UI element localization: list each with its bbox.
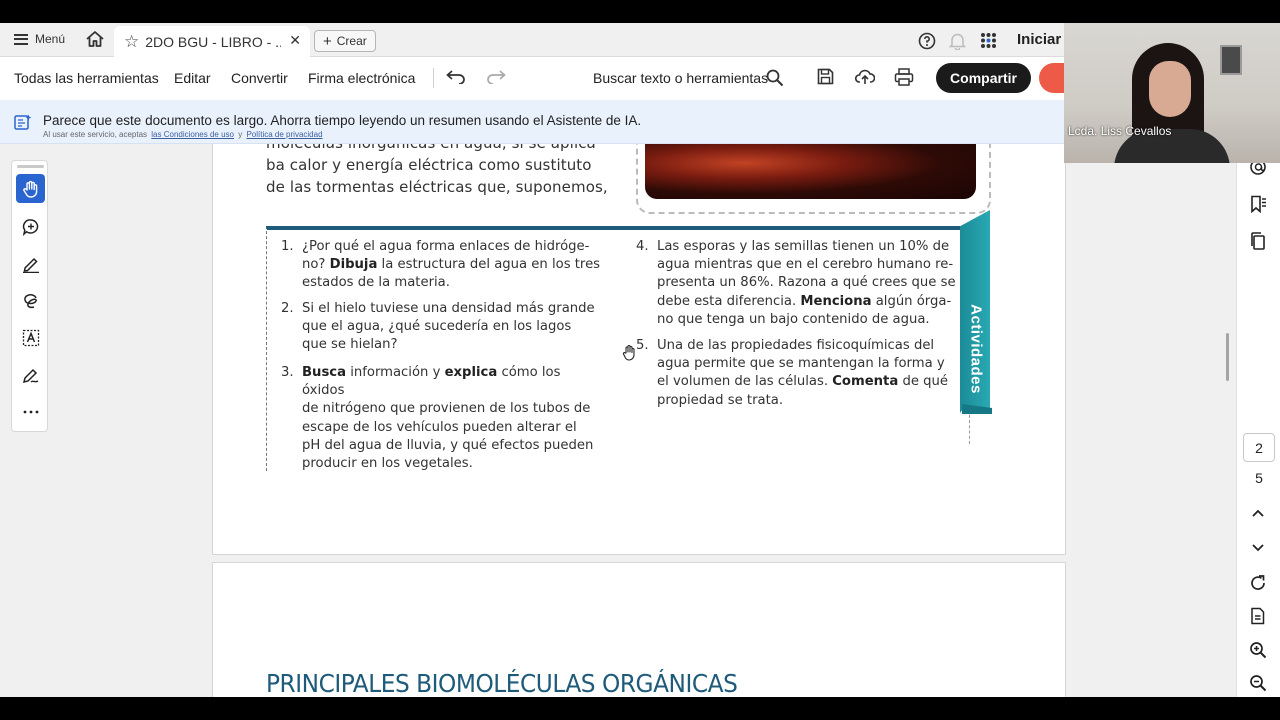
undo-icon[interactable] [446,70,466,89]
question-text: Si el hielo tuviese una densidad más gra… [302,301,595,353]
draw-button[interactable] [16,286,45,315]
document-page: PRINCIPALES BIOMOLÉCULAS ORGÁNICAS [212,562,1066,697]
sign-pen-icon [22,368,38,383]
privacy-link[interactable]: Política de privacidad [246,130,322,139]
ai-assistant-icon [14,114,32,135]
comment-icon [22,218,38,236]
pages-icon[interactable] [1249,232,1267,255]
question-number: 2. [281,301,294,316]
webcam-overlay: Lcda. Liss Cevallos [1064,23,1280,163]
menu-button[interactable]: Menú [14,32,65,46]
intro-line: moléculas inorgánicas en agua, si se apl… [266,144,626,152]
create-label: Crear [336,34,367,48]
help-icon[interactable] [918,32,936,55]
pdf-viewer-app: Menú ☆ 2DO BGU - LIBRO - ... ✕ + Crear I… [0,23,1280,697]
create-button[interactable]: + Crear [314,30,376,52]
bookmark-icon[interactable] [1249,195,1267,218]
wall-picture [1220,45,1242,75]
question-text: Una de las propiedades fisicoquímicas de… [657,338,948,408]
quick-tools-rail [11,160,48,432]
more-tools-button[interactable] [16,397,45,426]
question-item: 4. Las esporas y las semillas tienen un … [636,238,957,329]
plus-icon: + [323,32,332,50]
add-comment-button[interactable] [16,212,45,241]
hand-cursor-icon [622,344,638,367]
save-icon[interactable] [817,68,834,90]
legal-and: y [238,130,243,139]
document-page: moléculas inorgánicas en agua, si se apl… [212,144,1066,555]
page-total: 5 [1255,470,1263,486]
hand-tool-button[interactable] [16,174,45,203]
presenter-name: Lcda. Liss Cevallos [1068,124,1172,138]
pen-icon [22,257,39,273]
question-number: 1. [281,239,294,254]
search-icon[interactable] [766,69,784,92]
question-text: Las esporas y las semillas tienen un 10%… [657,239,956,327]
page-settings-icon[interactable] [1249,607,1267,630]
zoom-out-icon[interactable] [1249,674,1267,697]
hamburger-icon [14,33,28,45]
redo-icon[interactable] [486,70,506,89]
vertical-scrollbar[interactable] [1226,333,1229,381]
bell-icon[interactable] [948,32,967,55]
right-tools-rail: 2 5 [1236,144,1280,697]
toolbar-divider [433,68,434,88]
tab-title: 2DO BGU - LIBRO - ... [145,33,282,50]
rail-drag-handle[interactable] [17,165,44,168]
hand-icon [22,180,37,198]
highlight-button[interactable] [16,249,45,278]
banner-message: Parece que este documento es largo. Ahor… [43,113,642,128]
question-number: 3. [281,365,294,380]
zoom-in-icon[interactable] [1249,641,1267,664]
legal-prefix: Al usar este servicio, aceptas [43,130,148,139]
convert-menu[interactable]: Convertir [231,70,288,86]
lava-photo [645,144,976,199]
search-tools-field[interactable]: Buscar texto o herramientas [593,70,768,86]
question-item: 1. ¿Por qué el agua forma enlaces de hid… [281,238,602,293]
document-tab[interactable]: ☆ 2DO BGU - LIBRO - ... ✕ [114,26,310,57]
terms-link[interactable]: las Condiciones de uso [151,130,234,139]
text-box-icon [22,329,39,346]
sign-in-link[interactable]: Iniciar [1017,31,1061,48]
chevron-up-icon[interactable] [1249,507,1267,526]
all-tools-menu[interactable]: Todas las herramientas [14,70,159,86]
menu-label: Menú [35,32,66,46]
question-text: ¿Por qué el agua forma enlaces de hidróg… [302,239,601,291]
intro-line: ba calor y energía eléctrica como sustit… [266,156,592,174]
print-icon[interactable] [894,68,914,91]
rotate-icon[interactable] [1249,574,1267,597]
close-tab-icon[interactable]: ✕ [289,32,301,49]
edit-menu[interactable]: Editar [174,70,211,86]
activities-label: Actividades [967,304,985,394]
presenter-face [1149,61,1191,117]
esign-menu[interactable]: Firma electrónica [308,70,415,86]
text-select-button[interactable] [16,323,45,352]
upload-cloud-icon[interactable] [854,68,876,90]
home-icon[interactable] [85,30,105,53]
more-icon [23,410,38,413]
apps-grid-icon[interactable] [980,32,997,54]
question-item: 3. Busca información y explica cómo los … [281,364,602,473]
chevron-down-icon[interactable] [1249,540,1267,559]
page-number-input[interactable]: 2 [1243,433,1275,462]
star-icon[interactable]: ☆ [124,32,139,52]
sign-button[interactable] [16,360,45,389]
intro-line: de las tormentas eléctricas que, suponem… [266,178,608,196]
banner-legal-text: Al usar este servicio, aceptas las Condi… [43,130,325,139]
share-button[interactable]: Compartir [936,63,1031,93]
question-text: Busca información y explica cómo los óxi… [302,365,594,472]
freehand-icon [23,293,37,308]
question-number: 4. [636,239,649,254]
section-heading: PRINCIPALES BIOMOLÉCULAS ORGÁNICAS [266,669,738,697]
question-item: 2. Si el hielo tuviese una densidad más … [281,300,602,355]
question-item: 5. Una de las propiedades fisicoquímicas… [636,337,957,410]
